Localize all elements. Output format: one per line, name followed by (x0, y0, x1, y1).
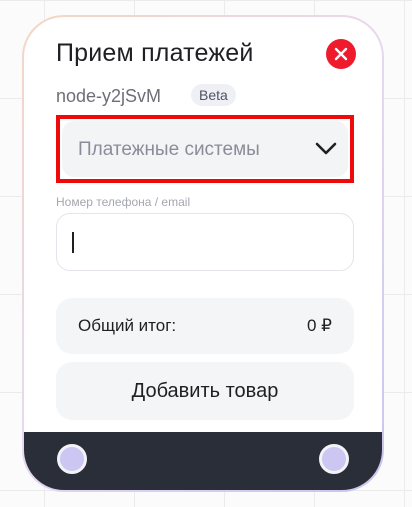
node-title: Прием платежей (56, 39, 254, 67)
select-value: Платежные системы (78, 139, 260, 160)
output-handle-icon[interactable] (319, 444, 349, 474)
contact-input[interactable] (56, 213, 354, 271)
text-caret (72, 232, 74, 253)
close-button[interactable] (326, 39, 356, 69)
close-icon (334, 47, 348, 61)
contact-field-label: Номер телефона / email (56, 195, 191, 209)
payment-system-select[interactable]: Платежные системы (56, 115, 354, 183)
total-label: Общий итог: (78, 316, 177, 335)
chevron-down-icon[interactable] (314, 140, 338, 158)
payment-node-body: Прием платежей node-y2jSvM Beta Платежны… (24, 17, 382, 490)
beta-badge: Beta (191, 84, 236, 106)
input-handle-icon[interactable] (57, 444, 87, 474)
select-field: Платежные системы (62, 121, 348, 177)
total-value: 0 ₽ (307, 316, 332, 335)
total-row: Общий итог: 0 ₽ (56, 298, 354, 354)
node-id: node-y2jSvM (56, 86, 162, 106)
add-product-button[interactable]: Добавить товар (56, 362, 354, 420)
payment-node[interactable]: Прием платежей node-y2jSvM Beta Платежны… (22, 15, 384, 492)
node-footer (24, 432, 382, 490)
